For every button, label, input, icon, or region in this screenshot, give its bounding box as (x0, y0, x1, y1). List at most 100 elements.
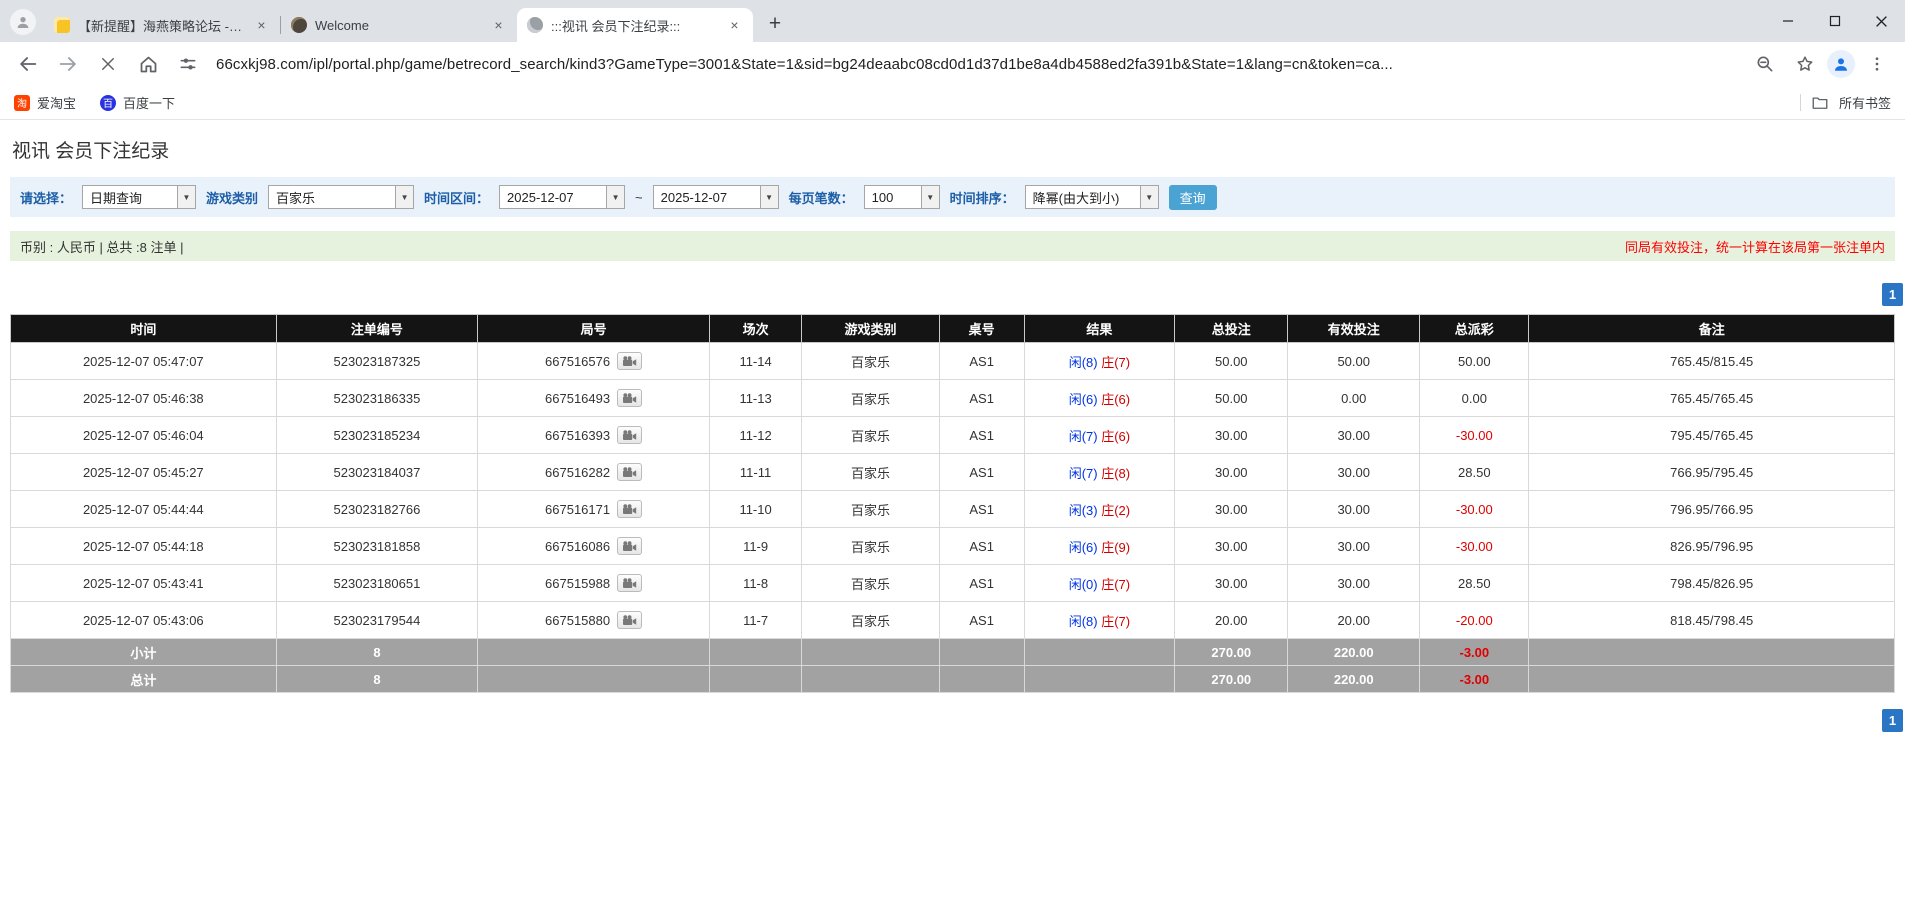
column-header: 场次 (709, 315, 801, 343)
game-type-select[interactable]: 百家乐 ▼ (268, 185, 414, 209)
pagination-bottom: 1 (10, 709, 1903, 732)
query-type-select[interactable]: 日期查询 ▼ (82, 185, 196, 209)
bet-records-favicon-icon (527, 17, 543, 33)
tab-close-icon[interactable]: × (490, 17, 507, 34)
column-header: 总投注 (1175, 315, 1288, 343)
cell-round: 667516576 (478, 343, 710, 380)
cell-note: 798.45/826.95 (1529, 565, 1895, 602)
cell-total-bet[interactable]: 30.00 (1175, 565, 1288, 602)
table-row: 2025-12-07 05:44:44 523023182766 6675161… (11, 491, 1895, 528)
cell-payout: -30.00 (1420, 528, 1529, 565)
video-replay-icon[interactable] (617, 426, 642, 444)
chevron-down-icon: ▼ (395, 186, 413, 208)
cell-time: 2025-12-07 05:44:44 (11, 491, 277, 528)
subtotal-payout: -3.00 (1420, 639, 1529, 666)
maximize-button[interactable] (1811, 0, 1858, 42)
video-replay-icon[interactable] (617, 611, 642, 629)
cell-note: 796.95/766.95 (1529, 491, 1895, 528)
chevron-down-icon: ▼ (921, 186, 939, 208)
cell-total-bet[interactable]: 50.00 (1175, 380, 1288, 417)
cell-session: 11-14 (709, 343, 801, 380)
zoom-icon[interactable] (1747, 46, 1783, 82)
cell-bet-id: 523023181858 (276, 528, 478, 565)
cell-note: 766.95/795.45 (1529, 454, 1895, 491)
cell-bet-id: 523023187325 (276, 343, 478, 380)
cell-total-bet[interactable]: 20.00 (1175, 602, 1288, 639)
result-banker: 庄(7) (1101, 614, 1130, 629)
result-banker: 庄(7) (1101, 577, 1130, 592)
cell-total-bet[interactable]: 50.00 (1175, 343, 1288, 380)
tab-bet-records[interactable]: :::视讯 会员下注纪录::: × (517, 8, 753, 42)
video-replay-icon[interactable] (617, 574, 642, 592)
cell-table-no: AS1 (939, 602, 1024, 639)
cell-payout: 28.50 (1420, 454, 1529, 491)
tab-strip: 【新提醒】海燕策略论坛 - 综合... × Welcome × :::视讯 会员… (0, 0, 1905, 42)
close-window-button[interactable] (1858, 0, 1905, 42)
site-info-icon[interactable] (170, 46, 206, 82)
page-size-label: 每页笔数： (789, 188, 854, 207)
cell-total-bet[interactable]: 30.00 (1175, 528, 1288, 565)
filter-bar: 请选择： 日期查询 ▼ 游戏类别 百家乐 ▼ 时间区间： 2025-12-07 … (10, 177, 1895, 217)
tab-forum[interactable]: 【新提醒】海燕策略论坛 - 综合... × (44, 8, 280, 42)
bookmark-taobao[interactable]: 淘 爱淘宝 (14, 93, 76, 112)
page-button[interactable]: 1 (1882, 283, 1903, 306)
cell-valid-bet: 50.00 (1288, 343, 1420, 380)
column-header: 备注 (1529, 315, 1895, 343)
search-button[interactable]: 查询 (1169, 185, 1217, 210)
cell-game-type: 百家乐 (802, 565, 940, 602)
total-row: 总计 8 270.00 220.00 -3.00 (11, 666, 1895, 693)
back-button[interactable] (10, 46, 46, 82)
video-replay-icon[interactable] (617, 389, 642, 407)
page-size-select[interactable]: 100 ▼ (864, 185, 940, 209)
cell-result: 闲(6) 庄(6) (1024, 380, 1175, 417)
cell-result: 闲(0) 庄(7) (1024, 565, 1175, 602)
page-title: 视讯 会员下注纪录 (12, 136, 1895, 163)
welcome-favicon-icon (291, 17, 307, 33)
cell-note: 765.45/765.45 (1529, 380, 1895, 417)
round-number: 667515880 (545, 613, 610, 628)
page-button[interactable]: 1 (1882, 709, 1903, 732)
stop-loading-button[interactable] (90, 46, 126, 82)
cell-payout: 50.00 (1420, 343, 1529, 380)
round-number: 667516576 (545, 354, 610, 369)
tab-welcome[interactable]: Welcome × (281, 8, 517, 42)
sort-select[interactable]: 降幂(由大到小) ▼ (1025, 185, 1159, 209)
cell-session: 11-11 (709, 454, 801, 491)
new-tab-button[interactable]: + (761, 10, 789, 38)
tab-close-icon[interactable]: × (726, 17, 743, 34)
date-from-select[interactable]: 2025-12-07 ▼ (499, 185, 625, 209)
video-replay-icon[interactable] (617, 463, 642, 481)
video-replay-icon[interactable] (617, 500, 642, 518)
person-icon (1832, 55, 1850, 73)
all-bookmarks[interactable]: 所有书签 (1800, 93, 1891, 112)
cell-total-bet[interactable]: 30.00 (1175, 491, 1288, 528)
cell-round: 667515880 (478, 602, 710, 639)
video-replay-icon[interactable] (617, 537, 642, 555)
column-header: 结果 (1024, 315, 1175, 343)
table-row: 2025-12-07 05:46:38 523023186335 6675164… (11, 380, 1895, 417)
baidu-icon: 百 (100, 95, 116, 111)
minimize-button[interactable] (1764, 0, 1811, 42)
forward-button[interactable] (50, 46, 86, 82)
video-replay-icon[interactable] (617, 352, 642, 370)
cell-time: 2025-12-07 05:46:04 (11, 417, 277, 454)
cell-total-bet[interactable]: 30.00 (1175, 417, 1288, 454)
cell-total-bet[interactable]: 30.00 (1175, 454, 1288, 491)
menu-dots-icon[interactable] (1859, 46, 1895, 82)
profile-button[interactable] (1827, 50, 1855, 78)
column-header: 游戏类别 (802, 315, 940, 343)
column-header: 注单编号 (276, 315, 478, 343)
cell-time: 2025-12-07 05:47:07 (11, 343, 277, 380)
cell-note: 826.95/796.95 (1529, 528, 1895, 565)
result-player: 闲(8) (1069, 614, 1098, 629)
home-button[interactable] (130, 46, 166, 82)
tab-close-icon[interactable]: × (253, 17, 270, 34)
profile-avatar[interactable] (10, 9, 36, 35)
date-to-select[interactable]: 2025-12-07 ▼ (653, 185, 779, 209)
address-bar[interactable]: 66cxkj98.com/ipl/portal.php/game/betreco… (216, 56, 1733, 73)
bookmark-star-icon[interactable] (1787, 46, 1823, 82)
cell-round: 667516282 (478, 454, 710, 491)
cell-valid-bet: 0.00 (1288, 380, 1420, 417)
bookmark-baidu[interactable]: 百 百度一下 (100, 93, 175, 112)
tab-title: 【新提醒】海燕策略论坛 - 综合... (78, 16, 245, 35)
